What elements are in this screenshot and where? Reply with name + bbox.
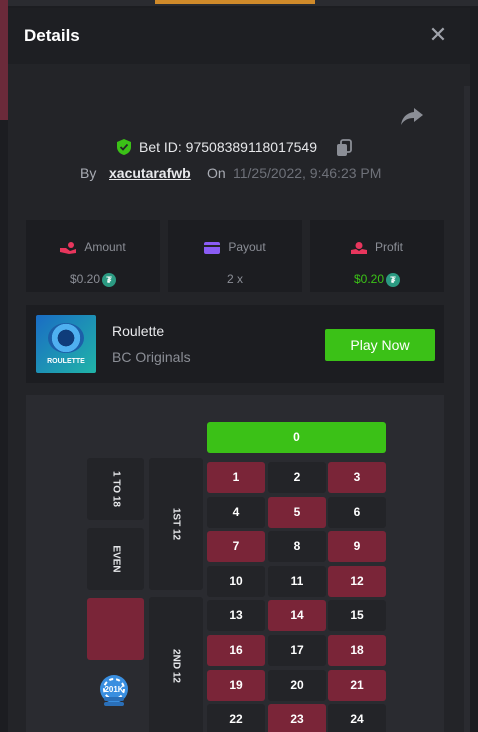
hand-coin-icon (60, 241, 77, 254)
roulette-number-16[interactable]: 16 (207, 635, 265, 666)
chip-icon: 201K (100, 675, 128, 706)
bet-even-label: EVEN (110, 545, 121, 573)
amount-value: $0.20 (69, 272, 101, 286)
bet-1st-12[interactable]: 1ST 12 (149, 458, 203, 590)
roulette-zero[interactable]: 0 (207, 422, 386, 453)
modal-title: Details (24, 26, 80, 45)
payout-title: Payout (168, 240, 302, 254)
roulette-number-21[interactable]: 21 (328, 669, 386, 701)
copy-icon[interactable] (336, 139, 352, 157)
profit-label: Profit (374, 240, 403, 254)
payout-value: 2 x (226, 272, 243, 286)
roulette-number-14[interactable]: 14 (268, 600, 326, 632)
tether-coin-icon: ₮ (386, 272, 401, 287)
chip-label: 201K (104, 685, 123, 694)
roulette-number-1[interactable]: 1 (207, 462, 265, 493)
roulette-board: 0 1 TO 18 EVEN 1ST 12 2ND 12 201K 123456… (26, 395, 444, 732)
game-provider: BC Originals (112, 349, 191, 365)
payout-card: Payout 2 x (168, 220, 302, 292)
roulette-number-11[interactable]: 11 (268, 565, 326, 597)
game-name: Roulette (112, 323, 165, 339)
roulette-number-18[interactable]: 18 (328, 635, 386, 666)
modal-header: Details ✕ (8, 8, 470, 64)
background-thumbnail (155, 0, 315, 4)
roulette-number-17[interactable]: 17 (268, 635, 326, 666)
game-card: ROULETTE Roulette BC Originals Play Now (26, 305, 444, 383)
bet-2nd-12-label: 2ND 12 (170, 649, 182, 683)
roulette-number-2[interactable]: 2 (268, 462, 326, 493)
roulette-number-10[interactable]: 10 (207, 565, 265, 597)
roulette-number-22[interactable]: 22 (207, 704, 265, 732)
bet-1-to-18-label: 1 TO 18 (110, 471, 121, 507)
on-label: On (207, 165, 226, 181)
roulette-number-24[interactable]: 24 (328, 704, 386, 732)
roulette-number-19[interactable]: 19 (207, 669, 265, 701)
roulette-number-12[interactable]: 12 (328, 565, 386, 597)
verified-shield-icon (117, 139, 131, 155)
roulette-number-4[interactable]: 4 (207, 496, 265, 528)
background-thumbnail (0, 0, 8, 120)
roulette-number-7[interactable]: 7 (207, 531, 265, 563)
scrollbar-track[interactable] (464, 86, 470, 732)
roulette-number-15[interactable]: 15 (328, 600, 386, 632)
profit-card: Profit $0.20 ₮ (310, 220, 444, 292)
roulette-number-8[interactable]: 8 (268, 531, 326, 563)
close-button[interactable]: ✕ (426, 24, 450, 48)
profit-title: Profit (310, 240, 444, 254)
roulette-number-3[interactable]: 3 (328, 462, 386, 493)
by-label: By (80, 165, 97, 181)
roulette-number-13[interactable]: 13 (207, 600, 265, 632)
amount-title: Amount (26, 240, 160, 254)
roulette-number-20[interactable]: 20 (268, 669, 326, 701)
share-icon[interactable] (400, 106, 424, 126)
amount-label: Amount (84, 240, 126, 254)
hand-profit-icon (350, 241, 367, 254)
roulette-wheel-icon (48, 323, 84, 353)
bet-date: 11/25/2022, 9:46:23 PM (233, 165, 382, 181)
bet-2nd-12[interactable]: 2ND 12 (149, 597, 203, 732)
thumbnail-label: ROULETTE (47, 358, 85, 365)
roulette-number-5[interactable]: 5 (268, 496, 326, 528)
bet-1st-12-label: 1ST 12 (170, 507, 182, 541)
bet-details-modal: Details ✕ Bet ID: 97508389118017549 By x… (8, 8, 470, 732)
payout-label: Payout (228, 240, 266, 254)
amount-card: Amount $0.20 ₮ (26, 220, 160, 292)
play-now-button[interactable]: Play Now (325, 329, 435, 361)
bet-1-to-18[interactable]: 1 TO 18 (87, 458, 144, 520)
roulette-number-6[interactable]: 6 (328, 496, 386, 528)
roulette-number-9[interactable]: 9 (328, 531, 386, 563)
profit-value: $0.20 (353, 272, 385, 286)
roulette-number-23[interactable]: 23 (268, 704, 326, 732)
tether-coin-icon: ₮ (102, 272, 117, 287)
amount-value-row: $0.20 ₮ (26, 272, 160, 287)
bet-id: Bet ID: 97508389118017549 (139, 139, 318, 155)
roulette-thumbnail[interactable]: ROULETTE (36, 315, 96, 373)
wallet-icon (204, 241, 221, 254)
bet-even[interactable]: EVEN (87, 528, 144, 590)
username-link[interactable]: xacutarafwb (109, 165, 191, 181)
profit-value-row: $0.20 ₮ (310, 272, 444, 287)
bet-red[interactable] (87, 598, 144, 660)
